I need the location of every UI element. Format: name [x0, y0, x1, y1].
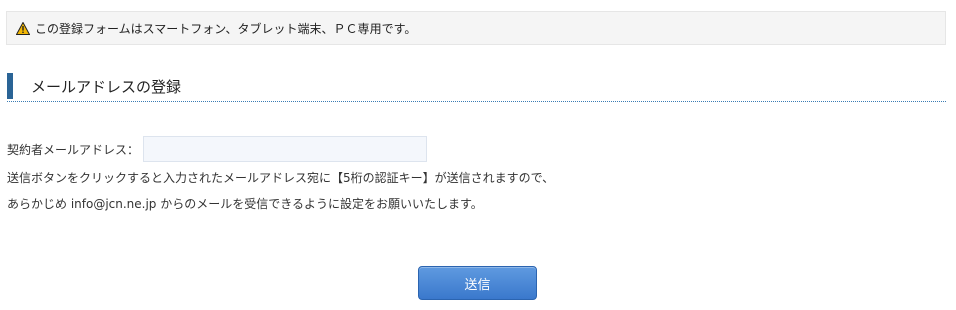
- registration-page: この登録フォームはスマートフォン、タブレット端末、ＰＣ専用です。 メールアドレス…: [0, 0, 956, 310]
- email-label: 契約者メールアドレス：: [7, 142, 140, 157]
- email-input[interactable]: [143, 136, 428, 162]
- description-line-1: 送信ボタンをクリックすると入力されたメールアドレス宛に【5桁の認証キー】が送信さ…: [7, 171, 555, 185]
- submit-area: 送信: [418, 266, 537, 300]
- description: 送信ボタンをクリックすると入力されたメールアドレス宛に【5桁の認証キー】が送信さ…: [7, 165, 554, 217]
- description-line-2: あらかじめ info@jcn.ne.jp からのメールを受信できるように設定をお…: [7, 197, 483, 211]
- section-heading: メールアドレスの登録: [7, 70, 946, 102]
- page-title: メールアドレスの登録: [31, 77, 182, 96]
- submit-button[interactable]: 送信: [418, 266, 537, 300]
- email-form-row: 契約者メールアドレス：: [7, 136, 428, 162]
- heading-accent-bar: [7, 72, 13, 99]
- notice-text: この登録フォームはスマートフォン、タブレット端末、ＰＣ専用です。: [35, 21, 417, 36]
- warning-icon: [16, 21, 30, 35]
- notice-banner: この登録フォームはスマートフォン、タブレット端末、ＰＣ専用です。: [6, 11, 946, 45]
